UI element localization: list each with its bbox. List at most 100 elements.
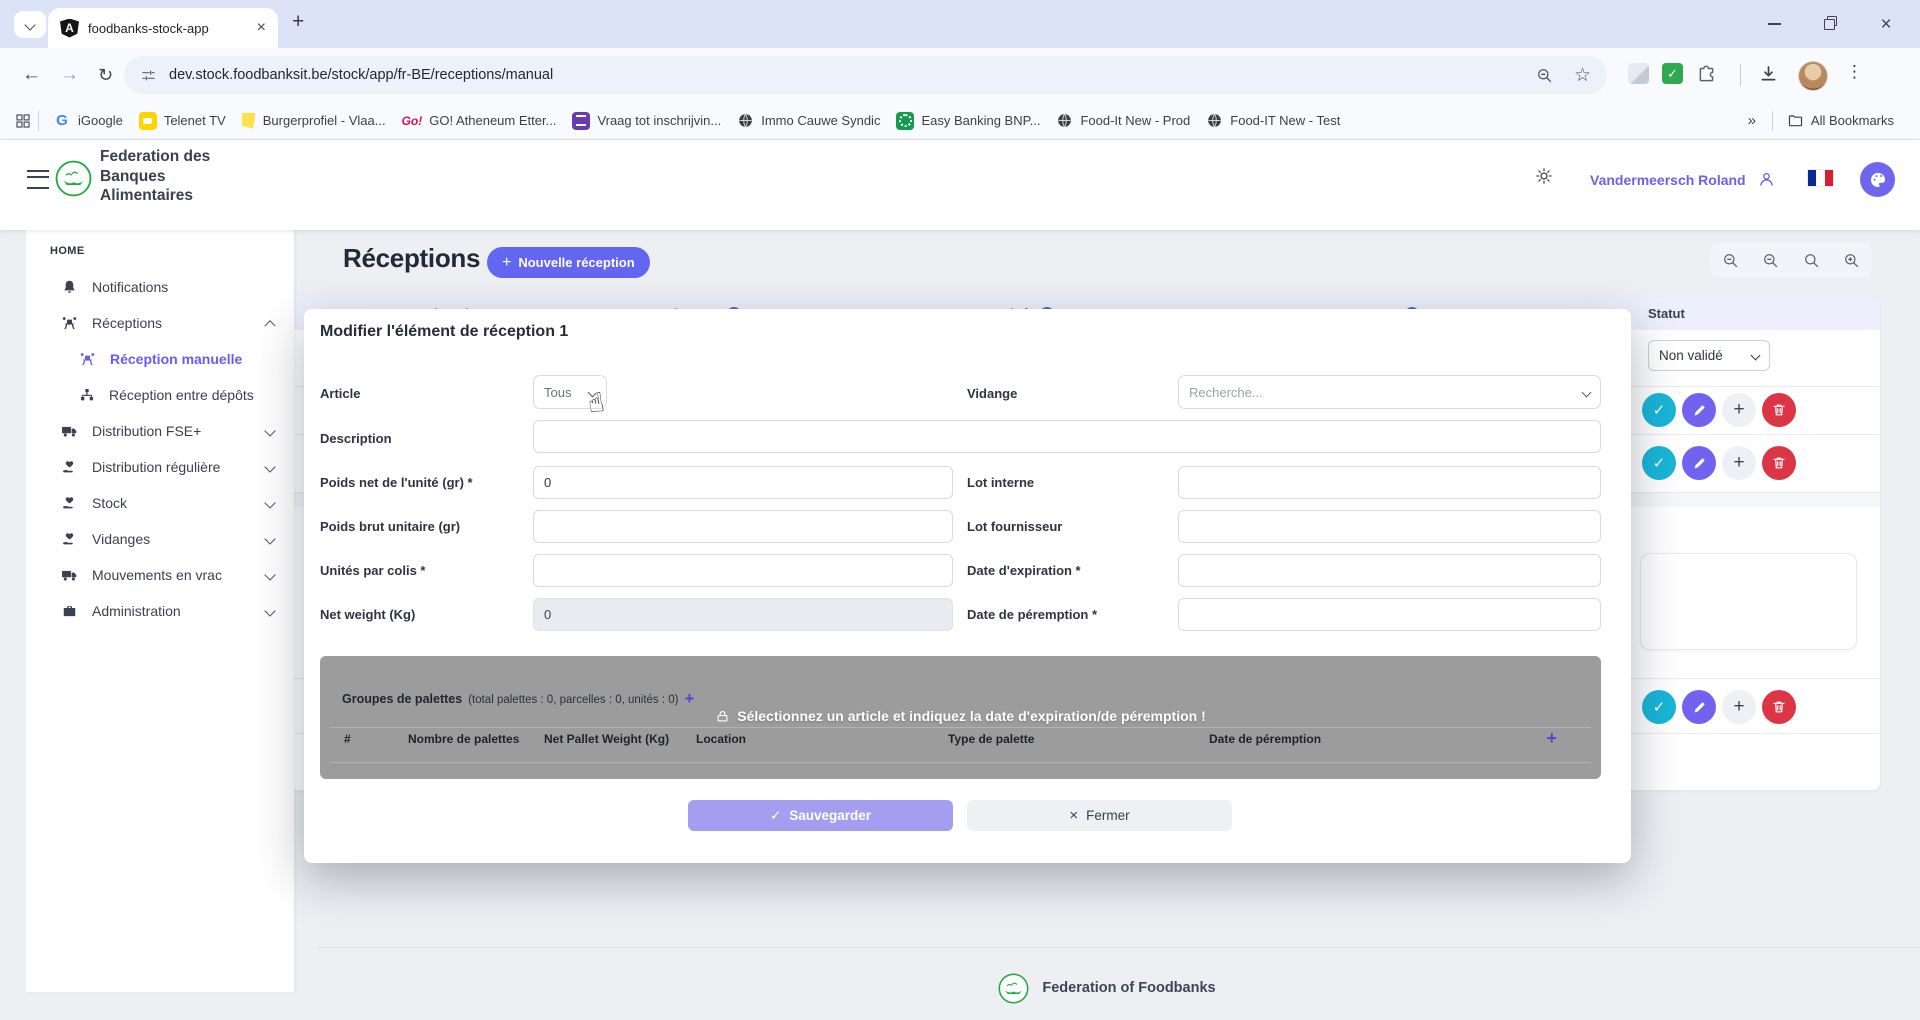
back-button[interactable]: ← — [22, 62, 41, 88]
bookmark-label: Burgerprofiel - Vlaa... — [262, 113, 386, 128]
bookmark-item[interactable]: Vraag tot inschrijvin... — [564, 108, 729, 134]
delete-button[interactable] — [1762, 393, 1796, 427]
reload-button[interactable]: ↻ — [98, 62, 113, 88]
bookmark-item[interactable]: Food-It New - Prod — [1048, 108, 1198, 133]
minimize-button[interactable] — [1746, 0, 1802, 48]
zoom-out-icon[interactable] — [1721, 251, 1740, 270]
description-input[interactable] — [533, 420, 1601, 453]
validate-button[interactable]: ✓ — [1642, 690, 1676, 724]
status-filter-select[interactable]: Non validé — [1648, 340, 1770, 371]
bookmark-item[interactable]: Telenet TV — [131, 108, 234, 134]
date-expiration-input[interactable] — [1178, 554, 1601, 587]
zoom-out-icon[interactable] — [1535, 66, 1554, 85]
user-menu[interactable]: Vandermeersch Roland — [1590, 170, 1776, 189]
people-carry-icon — [62, 316, 77, 329]
bookmark-item[interactable]: Immo Cauwe Syndic — [729, 108, 888, 133]
poids-brut-label: Poids brut unitaire (gr) — [320, 519, 461, 534]
tab-search-button[interactable] — [14, 11, 46, 38]
pallet-column-header: Type de palette — [948, 732, 1035, 746]
window-controls: × — [1746, 0, 1914, 48]
sidebar-item-stock[interactable]: Stock — [26, 485, 294, 521]
zoom-out-icon[interactable] — [1761, 251, 1780, 270]
forward-button[interactable]: → — [60, 62, 79, 88]
sidebar-item-reception-entre-depots[interactable]: Réception entre dépôts — [26, 377, 294, 413]
language-flag-fr[interactable] — [1808, 170, 1833, 186]
tab-close-icon[interactable]: × — [257, 20, 266, 36]
poids-brut-input[interactable] — [533, 510, 953, 543]
column-header-statut[interactable]: Statut — [1648, 297, 1685, 330]
bookmark-label: GO! Atheneum Etter... — [429, 113, 557, 128]
add-line-button[interactable]: + — [1722, 446, 1756, 480]
lock-icon — [717, 710, 728, 721]
edit-button[interactable] — [1682, 690, 1716, 724]
sidebar-item-reception-manuelle[interactable]: Réception manuelle — [26, 341, 294, 377]
url-text[interactable]: dev.stock.foodbanksit.be/stock/app/fr-BE… — [169, 67, 553, 83]
site-info-icon[interactable] — [140, 67, 157, 84]
extension-check-icon[interactable]: ✓ — [1662, 63, 1683, 84]
foodbank-logo — [55, 160, 92, 202]
extension-image-icon[interactable] — [1628, 63, 1649, 84]
bookmark-item[interactable]: Easy Banking BNP... — [888, 108, 1048, 134]
light-mode-icon[interactable] — [1534, 166, 1554, 191]
unites-par-colis-label: Unités par colis * — [320, 563, 426, 578]
vidange-select[interactable]: Recherche... — [1178, 375, 1601, 409]
all-bookmarks-button[interactable]: All Bookmarks — [1779, 108, 1902, 133]
search-icon[interactable] — [1802, 251, 1821, 270]
zoom-in-icon[interactable] — [1842, 251, 1861, 270]
bookmark-star-icon[interactable]: ☆ — [1574, 64, 1591, 87]
restore-button[interactable] — [1802, 0, 1858, 48]
hamburger-menu-icon[interactable] — [27, 170, 49, 189]
pallet-groups-title-row: Groupes de palettes (total palettes : 0,… — [342, 688, 694, 708]
add-line-button[interactable]: + — [1722, 393, 1756, 427]
close-window-button[interactable]: × — [1858, 0, 1914, 48]
poids-net-input[interactable] — [533, 466, 953, 499]
palette-icon — [1870, 172, 1885, 187]
edit-button[interactable] — [1682, 393, 1716, 427]
browser-menu-button[interactable]: ⋮ — [1846, 62, 1863, 82]
close-icon: × — [1880, 13, 1892, 35]
sidebar-item-vidanges[interactable]: Vidanges — [26, 521, 294, 557]
add-line-button[interactable]: + — [1722, 690, 1756, 724]
unites-par-colis-input[interactable] — [533, 554, 953, 587]
sidebar-item-mouvements-en-vrac[interactable]: Mouvements en vrac — [26, 557, 294, 593]
sidebar-item-receptions[interactable]: Réceptions — [26, 305, 294, 341]
bookmarks-overflow-button[interactable]: » — [1738, 112, 1766, 129]
theme-picker-button[interactable] — [1860, 162, 1895, 197]
net-weight-input — [533, 598, 953, 631]
validate-button[interactable]: ✓ — [1642, 446, 1676, 480]
sidebar-item-distribution-reguliere[interactable]: Distribution régulière — [26, 449, 294, 485]
downloads-button[interactable] — [1758, 63, 1779, 89]
sidebar-section-label: HOME — [50, 245, 85, 257]
sidebar-item-distribution-fse[interactable]: Distribution FSE+ — [26, 413, 294, 449]
edit-button[interactable] — [1682, 446, 1716, 480]
sidebar-item-label: Stock — [92, 495, 128, 511]
browser-tab[interactable]: A foodbanks-stock-app × — [48, 8, 278, 48]
bell-icon — [64, 280, 75, 293]
sidebar-item-notifications[interactable]: Notifications — [26, 269, 294, 305]
app-footer: Federation of Foodbanks — [294, 962, 1920, 1014]
bookmark-item[interactable]: GiGoogle — [45, 108, 131, 134]
new-reception-button[interactable]: + Nouvelle réception — [487, 247, 650, 278]
save-button[interactable]: ✓ Sauvegarder — [688, 800, 953, 831]
lot-fournisseur-input[interactable] — [1178, 510, 1601, 543]
bookmark-item[interactable]: Food-IT New - Test — [1198, 108, 1348, 133]
truck-icon — [62, 426, 77, 437]
bookmark-label: Easy Banking BNP... — [921, 113, 1041, 128]
validate-button[interactable]: ✓ — [1642, 393, 1676, 427]
close-modal-button[interactable]: × Fermer — [967, 800, 1232, 831]
footer-divider — [318, 947, 1920, 948]
profile-avatar[interactable] — [1798, 61, 1828, 91]
sidebar-item-administration[interactable]: Administration — [26, 593, 294, 629]
apps-grid-icon[interactable] — [14, 112, 32, 130]
delete-button[interactable] — [1762, 446, 1796, 480]
extensions-puzzle-button[interactable] — [1696, 64, 1717, 90]
bookmark-item[interactable]: Go! GO! Atheneum Etter... — [394, 109, 565, 132]
column-label: Statut — [1648, 306, 1685, 321]
delete-button[interactable] — [1762, 690, 1796, 724]
date-peremption-input[interactable] — [1178, 598, 1601, 631]
address-bar[interactable]: dev.stock.foodbanksit.be/stock/app/fr-BE… — [124, 56, 1607, 94]
new-tab-button[interactable]: + — [292, 10, 304, 34]
lot-interne-input[interactable] — [1178, 466, 1601, 499]
poids-net-label: Poids net de l'unité (gr) * — [320, 475, 473, 490]
bookmark-item[interactable]: Burgerprofiel - Vlaa... — [234, 109, 394, 133]
